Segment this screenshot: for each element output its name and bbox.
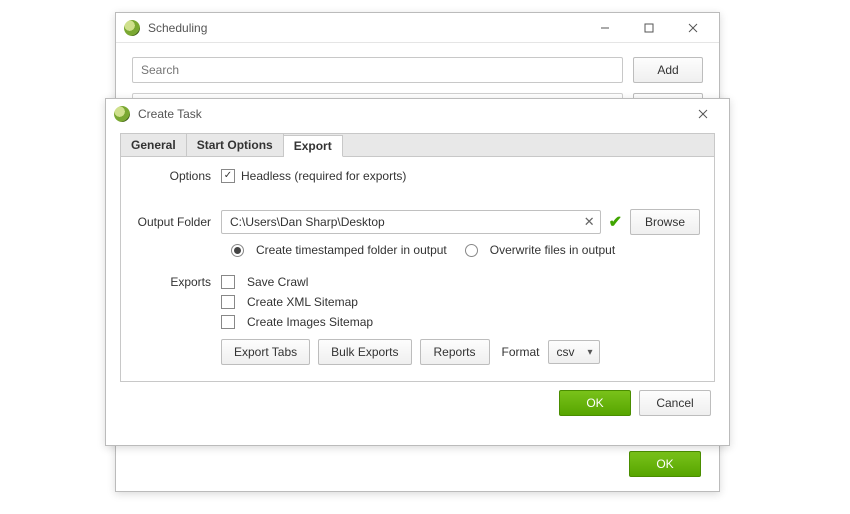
search-input[interactable]	[132, 57, 623, 83]
tab-start-options[interactable]: Start Options	[187, 134, 284, 156]
tab-export[interactable]: Export	[284, 135, 343, 157]
images-sitemap-checkbox[interactable]	[221, 315, 235, 329]
browse-button[interactable]: Browse	[630, 209, 700, 235]
headless-label: Headless (required for exports)	[241, 169, 406, 183]
cancel-button[interactable]: Cancel	[639, 390, 711, 416]
exports-stack: Save Crawl Create XML Sitemap Create Ima…	[221, 275, 600, 365]
images-sitemap-label: Create Images Sitemap	[247, 315, 373, 329]
headless-checkbox[interactable]	[221, 169, 235, 183]
label-output-folder: Output Folder	[135, 215, 221, 229]
radio-timestamped-label: Create timestamped folder in output	[256, 243, 447, 257]
add-button[interactable]: Add	[633, 57, 703, 83]
clear-icon[interactable]: ✕	[584, 214, 595, 230]
save-crawl-checkbox[interactable]	[221, 275, 235, 289]
task-tabstrip: General Start Options Export	[120, 133, 715, 157]
scheduling-footer: OK	[629, 451, 701, 477]
scheduling-toolbar: Add	[116, 43, 719, 97]
format-select[interactable]: csv	[548, 340, 600, 364]
valid-path-icon: ✔	[609, 212, 622, 232]
minimize-button[interactable]	[583, 14, 627, 42]
task-title: Create Task	[138, 107, 681, 121]
task-close-button[interactable]	[681, 100, 725, 128]
radio-overwrite-wrap[interactable]: Overwrite files in output	[465, 243, 615, 257]
maximize-button[interactable]	[627, 14, 671, 42]
create-task-dialog: Create Task General Start Options Export…	[105, 98, 730, 446]
task-titlebar: Create Task	[106, 99, 729, 129]
app-icon	[114, 106, 130, 122]
format-label: Format	[502, 345, 540, 359]
radio-overwrite-label: Overwrite files in output	[490, 243, 615, 257]
xml-sitemap-label: Create XML Sitemap	[247, 295, 358, 309]
export-tabs-button[interactable]: Export Tabs	[221, 339, 310, 365]
row-options: Options Headless (required for exports)	[135, 169, 700, 183]
save-crawl-label: Save Crawl	[247, 275, 308, 289]
row-exports: Exports Save Crawl Create XML Sitemap Cr…	[135, 275, 700, 365]
task-window-controls	[681, 100, 725, 128]
reports-button[interactable]: Reports	[420, 339, 490, 365]
window-controls	[583, 14, 715, 42]
ok-button[interactable]: OK	[559, 390, 631, 416]
radio-timestamped[interactable]	[231, 244, 244, 257]
export-panel: Options Headless (required for exports) …	[120, 157, 715, 382]
radio-timestamped-wrap[interactable]: Create timestamped folder in output	[231, 243, 447, 257]
scheduling-titlebar: Scheduling	[116, 13, 719, 43]
label-exports: Exports	[135, 275, 221, 289]
radio-overwrite[interactable]	[465, 244, 478, 257]
scheduling-title: Scheduling	[148, 21, 583, 35]
format-value: csv	[557, 345, 575, 359]
app-icon	[124, 20, 140, 36]
output-folder-input[interactable]	[221, 210, 601, 234]
bulk-exports-button[interactable]: Bulk Exports	[318, 339, 411, 365]
row-output-folder: Output Folder ✕ ✔ Browse	[135, 209, 700, 235]
scheduling-ok-button[interactable]: OK	[629, 451, 701, 477]
xml-sitemap-checkbox[interactable]	[221, 295, 235, 309]
row-output-mode: Create timestamped folder in output Over…	[231, 243, 700, 257]
tab-general[interactable]: General	[121, 134, 187, 156]
label-options: Options	[135, 169, 221, 183]
task-body: General Start Options Export Options Hea…	[106, 129, 729, 426]
close-button[interactable]	[671, 14, 715, 42]
dialog-buttons: OK Cancel	[120, 382, 715, 416]
